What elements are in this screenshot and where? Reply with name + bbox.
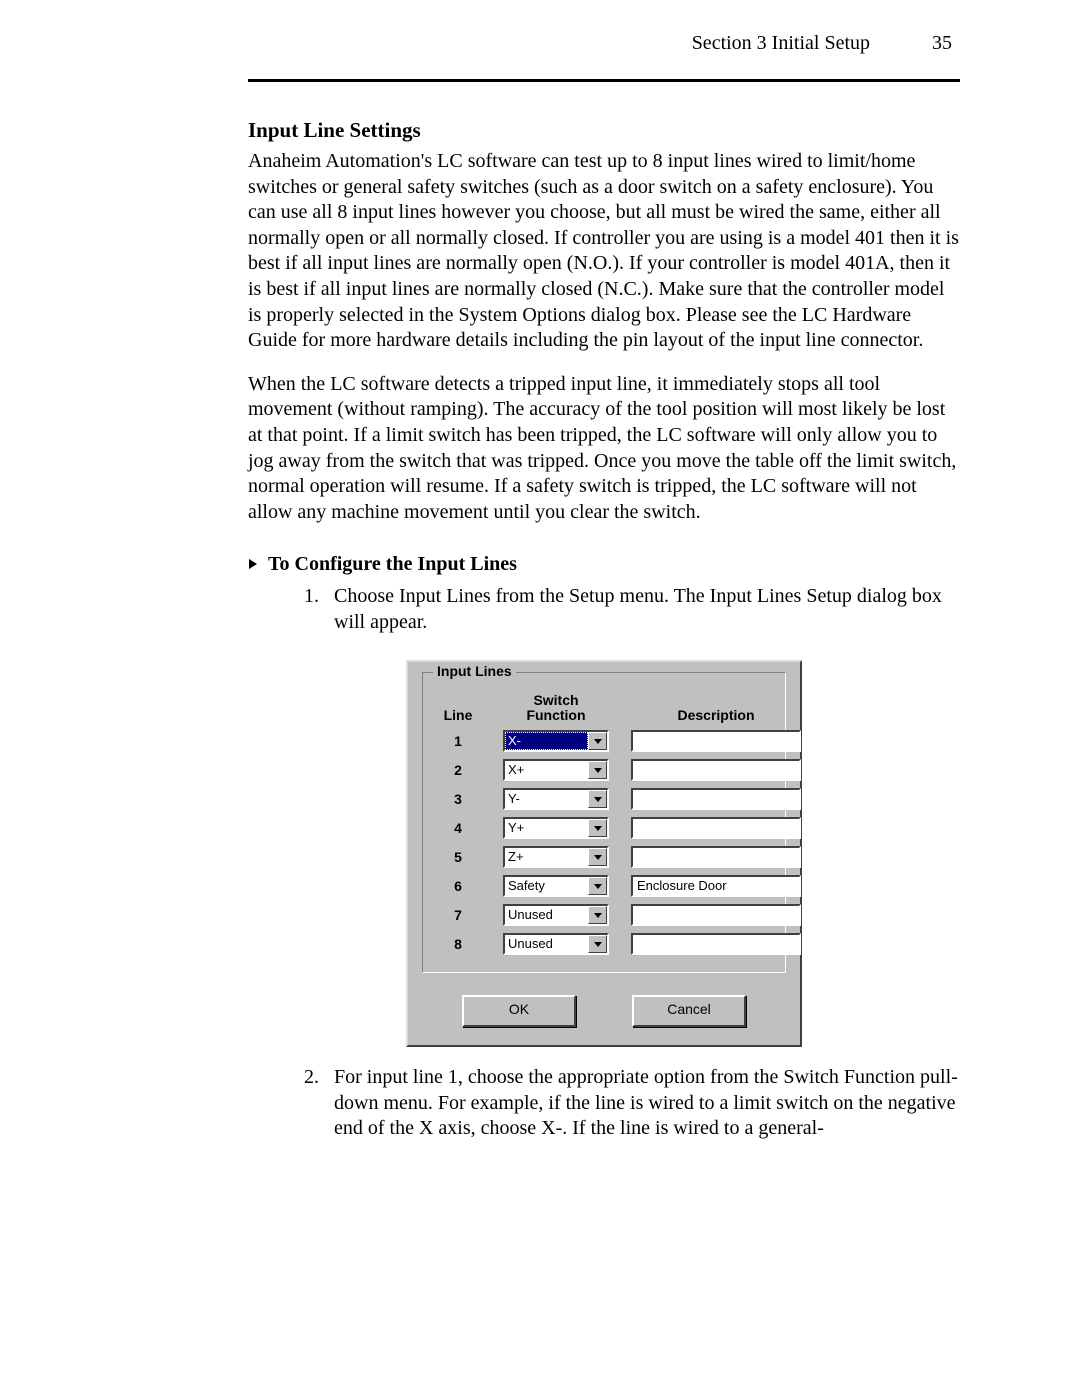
group-label: Input Lines — [433, 663, 516, 679]
chevron-down-icon[interactable] — [588, 732, 607, 750]
input-line-row: 6SafetyEnclosure Door — [435, 875, 773, 897]
header-rule — [248, 79, 960, 82]
procedure-list: 1. Choose Input Lines from the Setup men… — [248, 584, 960, 635]
step-number: 1. — [304, 584, 326, 635]
cancel-button[interactable]: Cancel — [632, 995, 746, 1027]
step-1: 1. Choose Input Lines from the Setup men… — [304, 584, 960, 635]
chevron-down-icon[interactable] — [588, 906, 607, 924]
description-field[interactable] — [631, 846, 801, 868]
line-number: 8 — [435, 936, 481, 952]
arrow-right-icon — [248, 553, 258, 576]
switch-function-dropdown[interactable]: X- — [503, 730, 609, 752]
dialog-button-row: OK Cancel — [422, 995, 786, 1027]
dropdown-value: Z+ — [505, 848, 588, 866]
column-headers: Line Switch Function Description — [435, 693, 773, 724]
description-field[interactable]: Enclosure Door — [631, 875, 801, 897]
input-line-row: 3 Y- — [435, 788, 773, 810]
switch-function-dropdown[interactable]: Z+ — [503, 846, 609, 868]
dropdown-value: X+ — [505, 761, 588, 779]
input-line-row: 7 Unused — [435, 904, 773, 926]
description-field[interactable] — [631, 904, 801, 926]
chevron-down-icon[interactable] — [588, 848, 607, 866]
dropdown-value: Unused — [505, 906, 588, 924]
dropdown-value: Unused — [505, 935, 588, 953]
line-number: 1 — [435, 733, 481, 749]
dropdown-value: Safety — [505, 877, 588, 895]
line-number: 7 — [435, 907, 481, 923]
description-field[interactable] — [631, 933, 801, 955]
step-2: 2. For input line 1, choose the appropri… — [304, 1065, 960, 1142]
section-label: Section 3 Initial Setup — [692, 32, 870, 55]
col-line-label: Line — [435, 707, 481, 723]
col-function-label: Switch Function — [503, 693, 609, 724]
description-field[interactable] — [631, 730, 801, 752]
description-field[interactable] — [631, 817, 801, 839]
input-line-row: 8 Unused — [435, 933, 773, 955]
line-number: 4 — [435, 820, 481, 836]
input-line-row: 2 X+ — [435, 759, 773, 781]
input-lines-dialog: Input Lines Line Switch Function Descrip… — [406, 660, 802, 1048]
dropdown-value: Y- — [505, 790, 588, 808]
line-number: 5 — [435, 849, 481, 865]
line-number: 6 — [435, 878, 481, 894]
line-number: 2 — [435, 762, 481, 778]
running-header: Section 3 Initial Setup 35 — [248, 32, 960, 59]
dropdown-value: Y+ — [505, 819, 588, 837]
step-text: For input line 1, choose the appropriate… — [334, 1065, 960, 1142]
switch-function-dropdown[interactable]: Y- — [503, 788, 609, 810]
dialog-figure: Input Lines Line Switch Function Descrip… — [248, 660, 960, 1048]
step-number: 2. — [304, 1065, 326, 1142]
input-lines-group: Input Lines Line Switch Function Descrip… — [422, 672, 786, 974]
switch-function-dropdown[interactable]: X+ — [503, 759, 609, 781]
chevron-down-icon[interactable] — [588, 935, 607, 953]
step-text: Choose Input Lines from the Setup menu. … — [334, 584, 960, 635]
input-line-row: 4 Y+ — [435, 817, 773, 839]
input-line-row: 1 X- — [435, 730, 773, 752]
procedure-title: To Configure the Input Lines — [268, 553, 517, 576]
description-field[interactable] — [631, 788, 801, 810]
dropdown-value: X- — [505, 732, 588, 750]
switch-function-dropdown[interactable]: Y+ — [503, 817, 609, 839]
paragraph-2: When the LC software detects a tripped i… — [248, 372, 960, 526]
description-field[interactable] — [631, 759, 801, 781]
document-page: Section 3 Initial Setup 35 Input Line Se… — [0, 0, 1080, 1397]
switch-function-dropdown[interactable]: Unused — [503, 933, 609, 955]
col-description-label: Description — [631, 707, 801, 723]
procedure-heading: To Configure the Input Lines — [248, 553, 960, 576]
input-line-row: 5 Z+ — [435, 846, 773, 868]
ok-button[interactable]: OK — [462, 995, 576, 1027]
switch-function-dropdown[interactable]: Unused — [503, 904, 609, 926]
switch-function-dropdown[interactable]: Safety — [503, 875, 609, 897]
page-number: 35 — [932, 32, 952, 55]
chevron-down-icon[interactable] — [588, 790, 607, 808]
section-title: Input Line Settings — [248, 118, 960, 143]
chevron-down-icon[interactable] — [588, 819, 607, 837]
chevron-down-icon[interactable] — [588, 761, 607, 779]
procedure-list-2: 2. For input line 1, choose the appropri… — [248, 1065, 960, 1142]
paragraph-1: Anaheim Automation's LC software can tes… — [248, 149, 960, 354]
chevron-down-icon[interactable] — [588, 877, 607, 895]
line-number: 3 — [435, 791, 481, 807]
